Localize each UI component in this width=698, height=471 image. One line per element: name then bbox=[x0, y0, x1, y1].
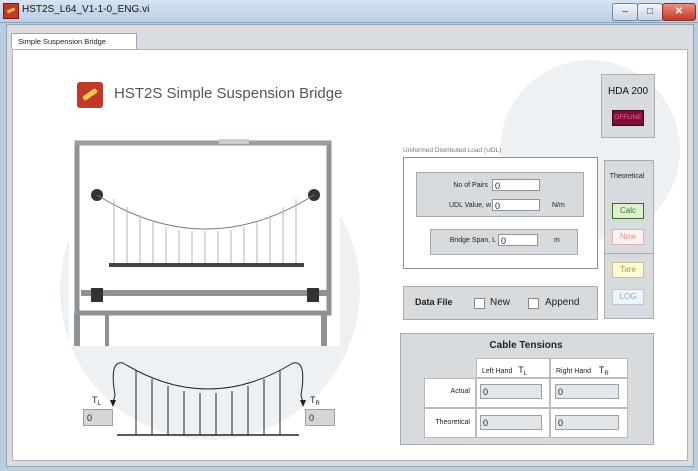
actual-row-label: Actual bbox=[450, 388, 470, 395]
span-unit: m bbox=[554, 237, 560, 244]
bridge-photo bbox=[69, 133, 340, 346]
theoretical-left-tension: 0 bbox=[480, 415, 542, 430]
app-icon bbox=[3, 3, 19, 19]
tr-label: TR bbox=[310, 395, 320, 407]
append-checkbox[interactable] bbox=[528, 298, 539, 309]
udl-unit: N/m bbox=[552, 202, 565, 209]
cable-tensions-title: Cable Tensions bbox=[489, 340, 563, 351]
udl-caption: Uniformed Distributed Load (UDL) bbox=[403, 147, 502, 154]
tl-value-display: 0 bbox=[83, 409, 113, 426]
tare-button[interactable]: Tare bbox=[612, 262, 644, 278]
offline-indicator: OFFLINE bbox=[612, 110, 644, 126]
append-label: Append bbox=[545, 297, 580, 308]
tab-simple-suspension-bridge[interactable]: Simple Suspension Bridge bbox=[11, 33, 137, 49]
data-file-label: Data File bbox=[415, 297, 453, 307]
tl-label: TL bbox=[92, 395, 101, 407]
logo-icon bbox=[77, 82, 103, 108]
hda-panel bbox=[601, 74, 655, 138]
udl-value-input[interactable]: 0 bbox=[492, 199, 540, 211]
device-name: HDA 200 bbox=[607, 86, 649, 97]
new-file-checkbox[interactable] bbox=[474, 298, 485, 309]
maximize-button[interactable]: □ bbox=[637, 3, 663, 21]
cable-diagram bbox=[110, 362, 306, 436]
tr-value-display: 0 bbox=[305, 409, 335, 426]
theoretical-label: Theoretical bbox=[609, 173, 645, 180]
close-button[interactable]: ✕ bbox=[662, 3, 696, 21]
page-title: HST2S Simple Suspension Bridge bbox=[114, 85, 343, 102]
window-title: HST2S_L64_V1-1-0_ENG.vi bbox=[22, 4, 150, 15]
calc-button[interactable]: Calc bbox=[612, 203, 644, 219]
actual-right-tension: 0 bbox=[555, 384, 619, 399]
log-button[interactable]: LOG bbox=[612, 289, 644, 305]
theoretical-right-tension: 0 bbox=[555, 415, 619, 430]
new-button[interactable]: New bbox=[612, 229, 644, 245]
right-hand-header: Right Hand TR bbox=[556, 365, 609, 377]
left-hand-header: Left Hand TL bbox=[482, 365, 528, 377]
udl-value-label: UDL Value, w bbox=[448, 202, 491, 209]
span-label: Bridge Span, L bbox=[449, 237, 496, 244]
minimize-button[interactable]: – bbox=[612, 3, 638, 21]
pairs-input[interactable]: 0 bbox=[492, 179, 540, 191]
new-file-label: New bbox=[490, 297, 511, 308]
actual-left-tension: 0 bbox=[480, 384, 542, 399]
span-input[interactable]: 0 bbox=[498, 234, 538, 246]
pairs-label: No of Pairs bbox=[453, 182, 488, 189]
window-titlebar: HST2S_L64_V1-1-0_ENG.vi – □ ✕ bbox=[0, 0, 698, 23]
theoretical-row-label: Theoretical bbox=[435, 419, 470, 426]
